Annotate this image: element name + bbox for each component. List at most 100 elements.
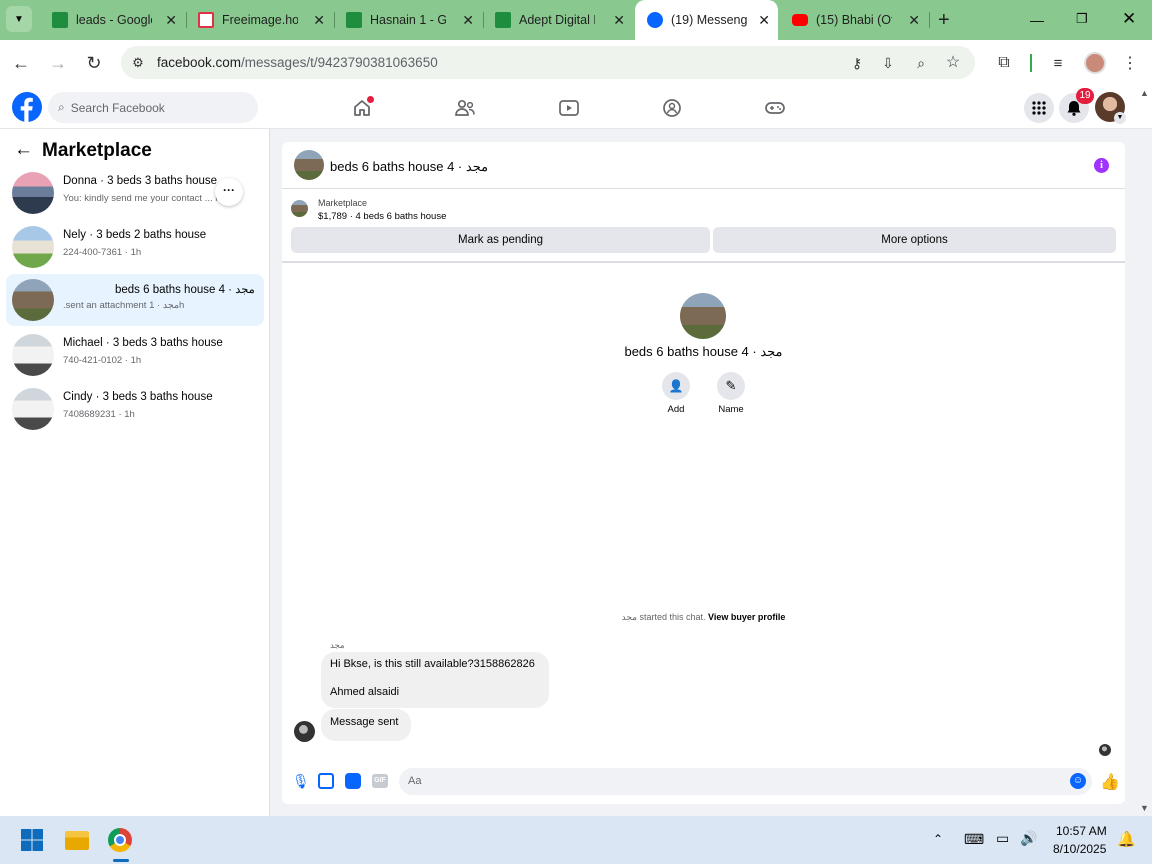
listing-thumbnail: [12, 172, 54, 214]
close-window-icon[interactable]: ✕: [1122, 9, 1136, 29]
close-tab-icon[interactable]: ✕: [908, 12, 920, 29]
video-icon: [559, 100, 579, 116]
like-icon[interactable]: 👍: [1100, 772, 1120, 792]
microphone-icon[interactable]: 🎙: [292, 773, 310, 790]
conversation-list-panel: ← Marketplace Donna · 3 beds 3 baths hou…: [0, 129, 270, 816]
profile-avatar[interactable]: [1084, 52, 1106, 74]
photo-icon[interactable]: [318, 773, 334, 789]
media-control-icon[interactable]: ≡: [1047, 52, 1069, 74]
clock-time[interactable]: 10:57 AM: [1056, 824, 1107, 838]
extensions-icon[interactable]: ⧉: [993, 52, 1015, 74]
conversation-item[interactable]: Cindy · 3 beds 3 baths house 7408689231 …: [6, 383, 264, 435]
menu-button[interactable]: [1024, 93, 1054, 123]
emoji-icon[interactable]: ☺: [1070, 773, 1086, 789]
conversation-item[interactable]: Michael · 3 beds 3 baths house 740-421-0…: [6, 329, 264, 381]
notification-bell-icon[interactable]: 🔔: [1117, 830, 1136, 848]
seen-avatar: [1099, 744, 1111, 756]
close-tab-icon[interactable]: ✕: [758, 12, 770, 29]
tray-chevron-icon[interactable]: ⌃: [933, 832, 943, 846]
zoom-icon[interactable]: ⌕: [911, 53, 931, 73]
scroll-up-arrow[interactable]: ▲: [1140, 88, 1149, 98]
chrome-menu-icon[interactable]: ⋮: [1120, 52, 1140, 74]
key-icon[interactable]: ⚷: [847, 53, 867, 73]
site-info-icon[interactable]: ⚙: [127, 52, 149, 74]
gaming-icon: [765, 102, 785, 114]
close-tab-icon[interactable]: ✕: [313, 12, 325, 29]
mark-pending-button[interactable]: Mark as pending: [291, 227, 710, 253]
browser-tab[interactable]: (15) Bhabi (Official ✕: [780, 6, 928, 34]
notifications-button[interactable]: 19: [1059, 88, 1094, 123]
browser-tab[interactable]: Freeimage.host ✕: [186, 6, 333, 34]
browser-tab[interactable]: Adept Digital L ✕: [483, 6, 633, 34]
browser-tab[interactable]: Hasnain 1 - Google Sheets ✕: [334, 6, 482, 34]
windows-start-icon[interactable]: [21, 829, 43, 851]
sheets-icon: [346, 12, 362, 28]
clock-date[interactable]: 8/10/2025: [1053, 842, 1106, 856]
account-chevron-icon[interactable]: ▼: [1114, 112, 1126, 124]
search-input[interactable]: ⌕ Search Facebook: [48, 92, 258, 123]
restore-icon[interactable]: ❐: [1076, 11, 1088, 27]
reload-icon[interactable]: ↻: [83, 52, 105, 74]
conversation-item[interactable]: Nely · 3 beds 2 baths house 224-400-7361…: [6, 221, 264, 273]
browser-tab[interactable]: leads - Google Sheets ✕: [40, 6, 185, 34]
sticker-icon[interactable]: [345, 773, 361, 789]
nav-video[interactable]: [556, 95, 582, 121]
file-explorer-icon[interactable]: [65, 831, 89, 850]
chat-title[interactable]: beds 6 baths house 4 · مجد: [330, 159, 488, 175]
url-path: /messages/t/9423790381063650: [241, 55, 438, 70]
profile-avatar[interactable]: [680, 293, 726, 339]
keyboard-icon[interactable]: ⌨: [964, 831, 984, 848]
conversation-item-selected[interactable]: beds 6 baths house 4 · مجد .sent an atta…: [6, 274, 264, 326]
facebook-logo-icon[interactable]: [12, 92, 42, 122]
more-options-icon[interactable]: ···: [215, 178, 243, 206]
message-bubble[interactable]: Hi Bkse, is this still available?3158862…: [321, 652, 549, 708]
new-activity-dot: [367, 96, 374, 103]
back-arrow-icon[interactable]: ←: [14, 139, 33, 161]
close-tab-icon[interactable]: ✕: [165, 12, 177, 29]
volume-icon[interactable]: 🔊: [1020, 830, 1037, 847]
view-buyer-profile-link[interactable]: View buyer profile: [708, 612, 785, 622]
forward-icon[interactable]: →: [47, 52, 69, 74]
gif-icon[interactable]: GIF: [372, 774, 388, 788]
chat-panel: beds 6 baths house 4 · مجد i Marketplace…: [282, 142, 1125, 804]
chat-avatar[interactable]: [294, 150, 324, 180]
nav-friends[interactable]: [452, 95, 478, 121]
active-app-indicator: [113, 859, 129, 862]
nav-groups[interactable]: [659, 95, 685, 121]
message-bubble[interactable]: Message sent: [321, 709, 411, 741]
address-bar[interactable]: ⚙ facebook.com/messages/t/94237903810636…: [121, 46, 975, 79]
groups-icon: [663, 99, 681, 117]
display-icon[interactable]: ▭: [996, 830, 1009, 847]
url-domain: facebook.com: [157, 55, 242, 70]
browser-toolbar: ← → ↻ ⚙ facebook.com/messages/t/94237903…: [0, 40, 1152, 86]
listing-label: Marketplace: [318, 198, 368, 208]
close-tab-icon[interactable]: ✕: [613, 12, 625, 29]
nav-home[interactable]: [349, 95, 375, 121]
message-input[interactable]: Aa ☺: [399, 768, 1092, 795]
chat-header: beds 6 baths house 4 · مجد i: [282, 142, 1125, 189]
close-tab-icon[interactable]: ✕: [462, 12, 474, 29]
sender-avatar[interactable]: [294, 721, 315, 742]
facebook-header: ⌕ Search Facebook 19 ▼: [0, 86, 1152, 129]
browser-tab-strip: ▼ leads - Google Sheets ✕ Freeimage.host…: [0, 0, 1152, 40]
more-options-button[interactable]: More options: [713, 227, 1116, 253]
nav-gaming[interactable]: [762, 95, 788, 121]
scroll-down-arrow[interactable]: ▼: [1140, 803, 1149, 813]
conversation-item[interactable]: Donna · 3 beds 3 baths house You: kindly…: [6, 167, 264, 219]
back-icon[interactable]: ←: [10, 52, 32, 74]
friends-icon: [455, 99, 475, 116]
listing-thumbnail[interactable]: [291, 200, 308, 217]
info-icon[interactable]: i: [1094, 158, 1109, 173]
bookmark-star-icon[interactable]: ☆: [943, 52, 963, 72]
grid-menu-icon: [1032, 101, 1046, 115]
listing-price-title[interactable]: $1,789 · 4 beds 6 baths house: [318, 211, 446, 222]
install-app-icon[interactable]: ⇩: [878, 53, 898, 73]
add-people-button[interactable]: 👤 Add: [662, 372, 690, 415]
tab-search-button[interactable]: ▼: [6, 6, 32, 32]
minimize-icon[interactable]: —: [1030, 12, 1044, 28]
browser-tab-active[interactable]: (19) Messenger ✕: [635, 0, 778, 40]
chrome-taskbar-icon[interactable]: [108, 828, 132, 852]
rename-button[interactable]: ✎ Name: [714, 372, 748, 415]
new-tab-icon[interactable]: +: [938, 9, 950, 32]
sheets-icon: [495, 12, 511, 28]
